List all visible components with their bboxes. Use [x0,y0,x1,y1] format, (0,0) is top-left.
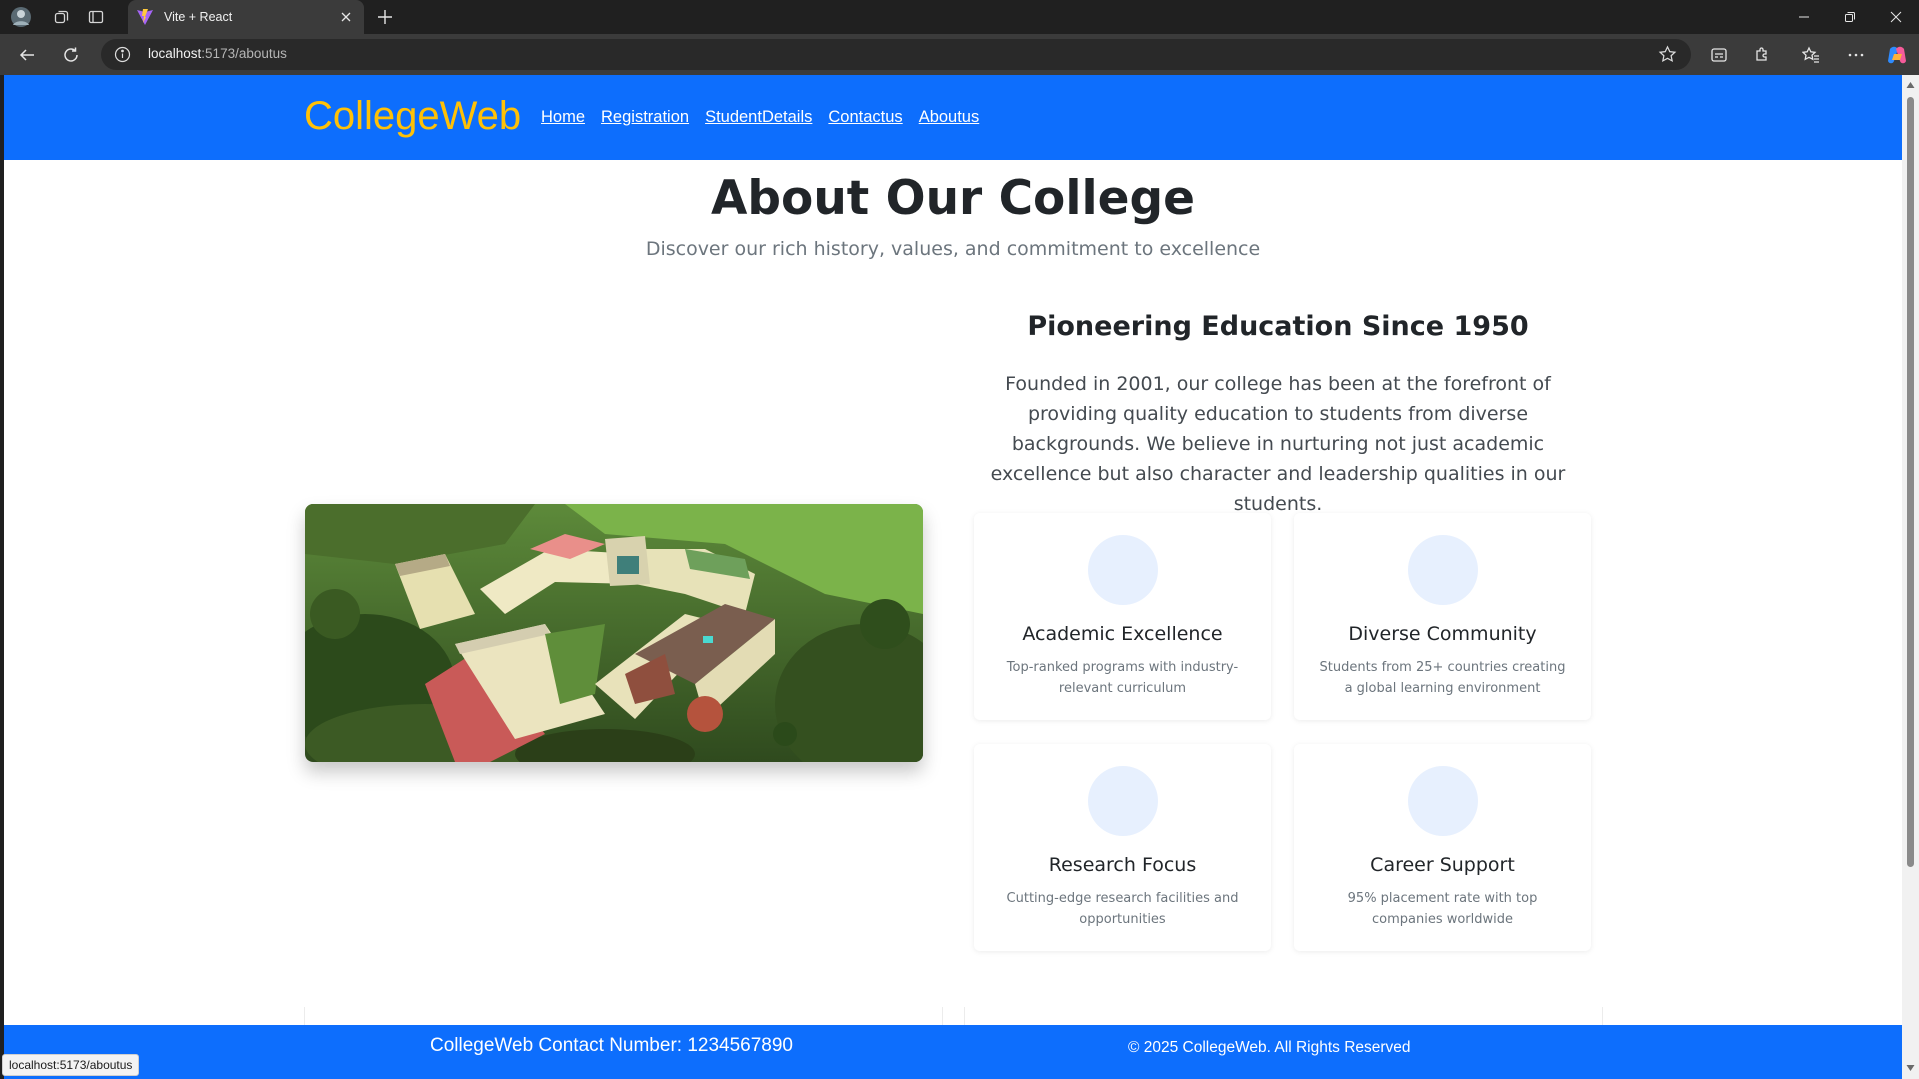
footer-contact: CollegeWeb Contact Number: 1234567890 [430,1035,793,1056]
scroll-down-icon[interactable] [1906,1063,1915,1072]
favorites-icon[interactable] [1799,43,1823,67]
refresh-icon[interactable] [59,43,83,67]
minimize-icon[interactable] [1781,0,1827,34]
reader-icon[interactable] [1707,43,1731,67]
info-icon[interactable] [114,46,131,63]
brand-logo[interactable]: CollegeWeb [304,94,521,139]
section-body: Founded in 2001, our college has been at… [990,373,1566,515]
divider [1602,1007,1603,1025]
campus-image [305,504,923,762]
extensions-icon[interactable] [1750,43,1774,67]
feature-icon-circle [1408,766,1478,836]
site-footer: CollegeWeb Contact Number: 1234567890 © … [4,1025,1902,1079]
divider [942,1007,943,1025]
nav-link-aboutus[interactable]: Aboutus [919,108,980,127]
tab-title: Vite + React [164,10,233,24]
nav-link-contactus[interactable]: Contactus [828,108,902,127]
tab-bar: Vite + React [0,0,1919,34]
feature-title: Diverse Community [1348,623,1537,645]
feature-icon-circle [1088,766,1158,836]
page-title: About Our College [711,171,1195,226]
url-path: :5173/aboutus [201,46,287,61]
restore-icon[interactable] [1827,0,1873,34]
star-icon[interactable] [1658,45,1677,64]
feature-desc: Students from 25+ countries creating a g… [1319,660,1566,696]
tab-actions-icon[interactable] [84,5,108,29]
browser-toolbar: localhost:5173/aboutus [0,34,1919,75]
scrollbar-thumb[interactable] [1907,97,1914,867]
close-icon[interactable] [338,9,354,25]
more-icon[interactable] [1844,43,1868,67]
page-subtitle: Discover our rich history, values, and c… [645,238,1261,260]
page-viewport: CollegeWeb Home Registration StudentDeta… [4,75,1902,1079]
url-text[interactable]: localhost:5173/aboutus [148,46,287,61]
feature-title: Academic Excellence [1022,623,1223,645]
status-url-tooltip: localhost:5173/aboutus [2,1054,140,1076]
plus-icon[interactable] [374,6,396,28]
footer-copyright: © 2025 CollegeWeb. All Rights Reserved [1128,1039,1411,1056]
back-icon[interactable] [15,43,39,67]
feature-desc: Cutting-edge research facilities and opp… [1006,891,1239,927]
feature-icon-circle [1088,535,1158,605]
divider [964,1007,965,1025]
vite-favicon [137,9,153,25]
nav-links: Home Registration StudentDetails Contact… [541,108,979,127]
feature-title: Career Support [1370,854,1515,876]
window-close-icon[interactable] [1873,0,1919,34]
feature-title: Research Focus [1048,854,1197,876]
workspaces-icon[interactable] [50,5,74,29]
feature-icon-circle [1408,535,1478,605]
divider [304,1007,305,1025]
url-host: localhost [148,46,202,61]
feature-desc: Top-ranked programs with industry-releva… [1006,660,1239,696]
feature-card-career: Career Support 95% placement rate with t… [1294,744,1591,951]
site-navbar: CollegeWeb Home Registration StudentDeta… [4,75,1902,160]
feature-card-academic: Academic Excellence Top-ranked programs … [974,513,1271,720]
page-scrollbar[interactable] [1902,75,1919,1079]
feature-desc: 95% placement rate with top companies wo… [1347,891,1538,927]
nav-link-studentdetails[interactable]: StudentDetails [705,108,812,127]
feature-card-diverse: Diverse Community Students from 25+ coun… [1294,513,1591,720]
scroll-up-icon[interactable] [1906,81,1915,90]
feature-card-research: Research Focus Cutting-edge research fac… [974,744,1271,951]
section-heading: Pioneering Education Since 1950 [1027,311,1529,342]
address-bar[interactable]: localhost:5173/aboutus [101,39,1691,70]
tab-active[interactable]: Vite + React [128,0,364,34]
profile-icon[interactable] [9,5,33,29]
nav-link-registration[interactable]: Registration [601,108,689,127]
nav-link-home[interactable]: Home [541,108,585,127]
copilot-icon[interactable] [1885,43,1909,67]
